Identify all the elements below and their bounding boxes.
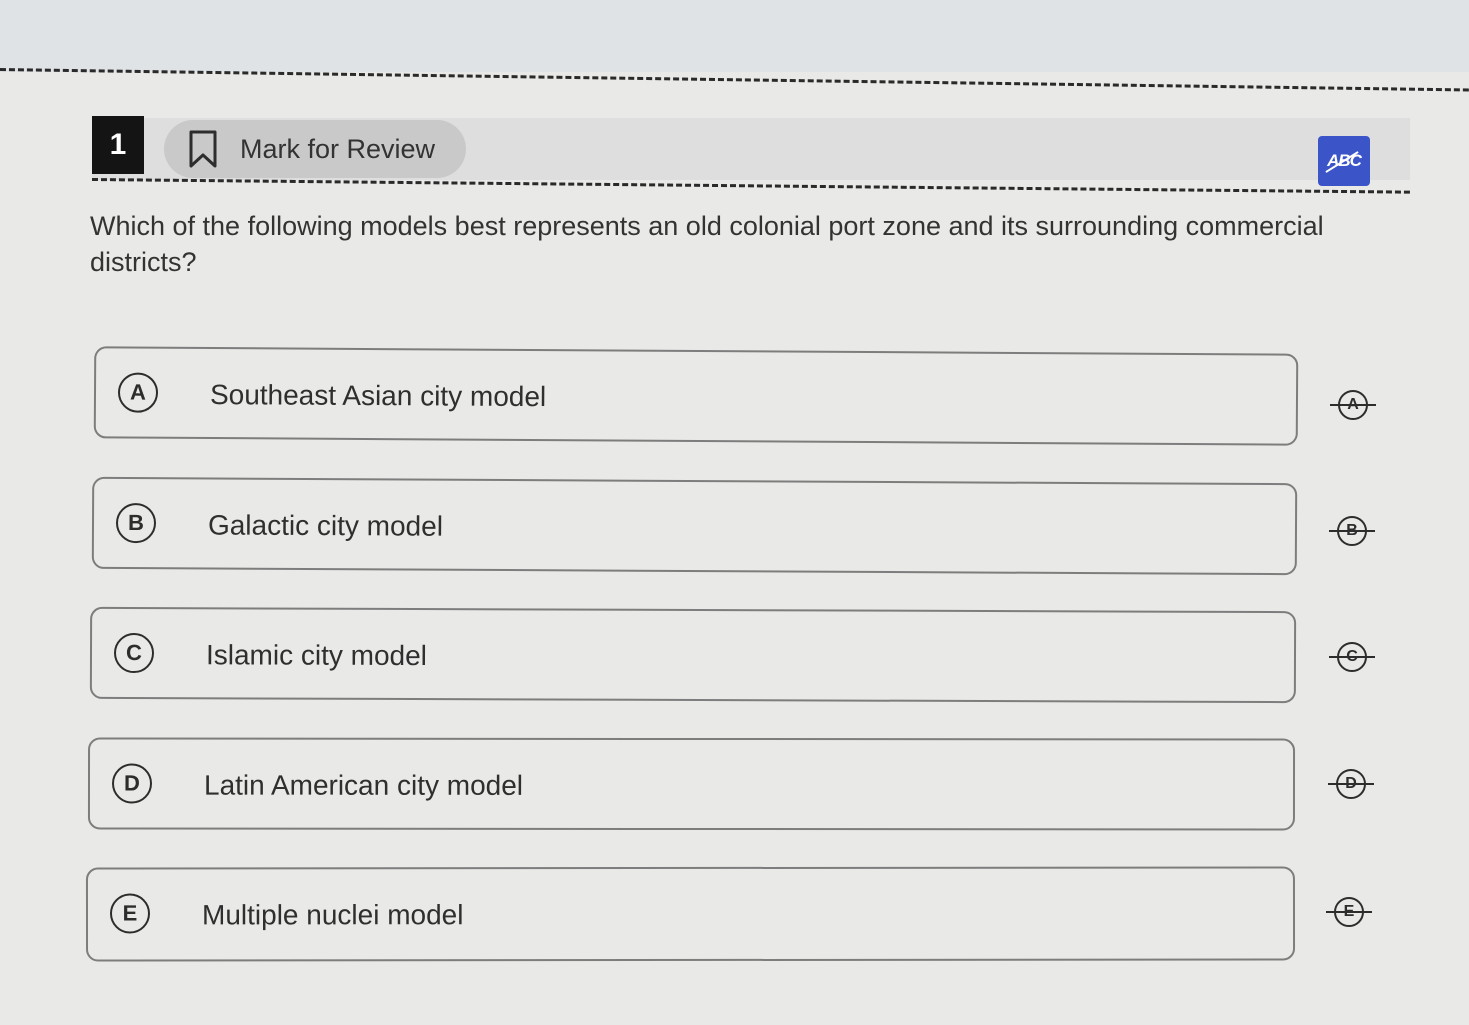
answer-option-c[interactable]: C Islamic city model [89, 606, 1297, 704]
option-letter-badge: D [111, 763, 153, 804]
eliminate-option-d-button[interactable]: D [1328, 765, 1374, 803]
eliminate-option-c-button[interactable]: C [1329, 638, 1375, 676]
bookmark-icon [186, 129, 220, 169]
strikethrough-abc-icon: ABC [1325, 151, 1362, 173]
option-letter-badge: E [109, 893, 151, 934]
eliminate-option-a-button[interactable]: A [1330, 386, 1376, 424]
mark-for-review-label: Mark for Review [240, 133, 436, 164]
eliminate-option-e-button[interactable]: E [1326, 893, 1372, 931]
answer-option-b[interactable]: B Galactic city model [91, 476, 1298, 576]
answer-option-d[interactable]: D Latin American city model [87, 737, 1296, 831]
eliminate-option-b-button[interactable]: B [1329, 512, 1375, 550]
option-letter-badge: C [113, 632, 155, 674]
abc-eliminator-toggle[interactable]: ABC [1318, 136, 1370, 186]
header-dashed-divider [91, 178, 1410, 194]
question-text: Which of the following models best repre… [90, 211, 1324, 277]
option-text: Multiple nuclei model [201, 899, 464, 931]
answer-option-a[interactable]: A Southeast Asian city model [93, 346, 1299, 446]
top-band [0, 0, 1469, 72]
option-letter-badge: A [117, 372, 159, 413]
option-text: Latin American city model [203, 769, 524, 801]
question-number: 1 [92, 116, 144, 174]
mark-for-review-button[interactable]: Mark for Review [164, 120, 466, 178]
option-text: Galactic city model [207, 509, 444, 542]
option-letter-badge: B [115, 502, 157, 544]
answer-option-e[interactable]: E Multiple nuclei model [85, 866, 1296, 962]
option-text: Islamic city model [205, 639, 427, 672]
option-text: Southeast Asian city model [209, 379, 547, 413]
